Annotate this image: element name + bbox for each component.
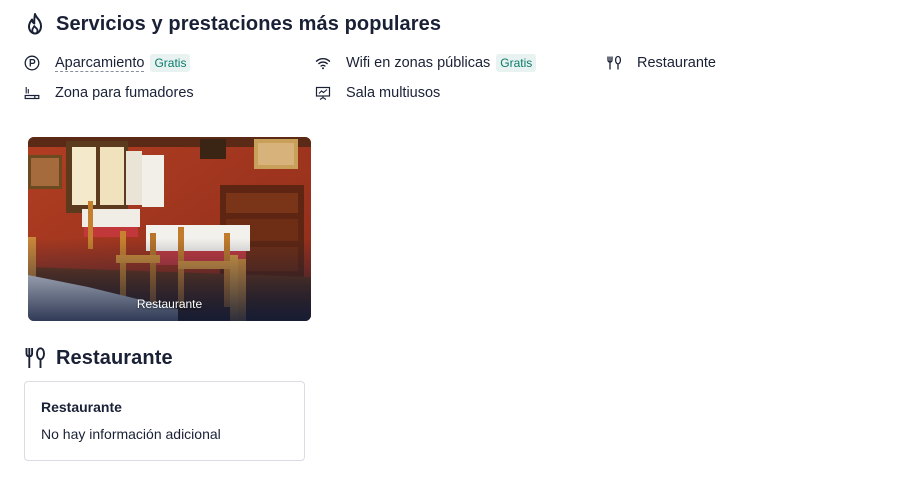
- cutlery-icon: [606, 55, 622, 71]
- amenity-restaurant: Restaurante: [606, 53, 716, 73]
- restaurant-section-header: Restaurante: [24, 344, 173, 372]
- flame-icon: [24, 12, 46, 36]
- wifi-icon: [315, 55, 331, 71]
- amenity-wifi-label: Wifi en zonas públicas: [346, 55, 491, 71]
- amenity-wifi: Wifi en zonas públicas Gratis: [315, 53, 537, 73]
- amenity-parking: Aparcamiento Gratis: [24, 53, 191, 73]
- photo-caption: Restaurante: [136, 297, 203, 311]
- restaurant-section-title: Restaurante: [56, 346, 173, 369]
- amenity-restaurant-label: Restaurante: [637, 55, 716, 71]
- amenity-multipurpose-label: Sala multiusos: [346, 85, 441, 101]
- restaurant-info-title: Restaurante: [41, 399, 122, 415]
- restaurant-info-text: No hay información adicional: [41, 426, 221, 442]
- amenity-smoking-label: Zona para fumadores: [55, 85, 194, 101]
- free-badge: Gratis: [150, 54, 191, 72]
- restaurant-photo-card[interactable]: Restaurante: [28, 137, 311, 321]
- presentation-icon: [315, 85, 331, 101]
- cutlery-icon: [24, 346, 46, 370]
- popular-services-header: Servicios y prestaciones más populares: [24, 10, 441, 38]
- amenity-parking-label[interactable]: Aparcamiento: [55, 55, 145, 72]
- restaurant-photo: [28, 137, 311, 321]
- amenity-smoking-area: Zona para fumadores: [24, 83, 194, 103]
- amenity-multipurpose-room: Sala multiusos: [315, 83, 440, 103]
- smoking-icon: [24, 85, 40, 101]
- free-badge: Gratis: [496, 54, 537, 72]
- restaurant-info-card: Restaurante No hay información adicional: [24, 381, 305, 461]
- parking-icon: [24, 55, 40, 71]
- popular-services-title: Servicios y prestaciones más populares: [56, 12, 442, 35]
